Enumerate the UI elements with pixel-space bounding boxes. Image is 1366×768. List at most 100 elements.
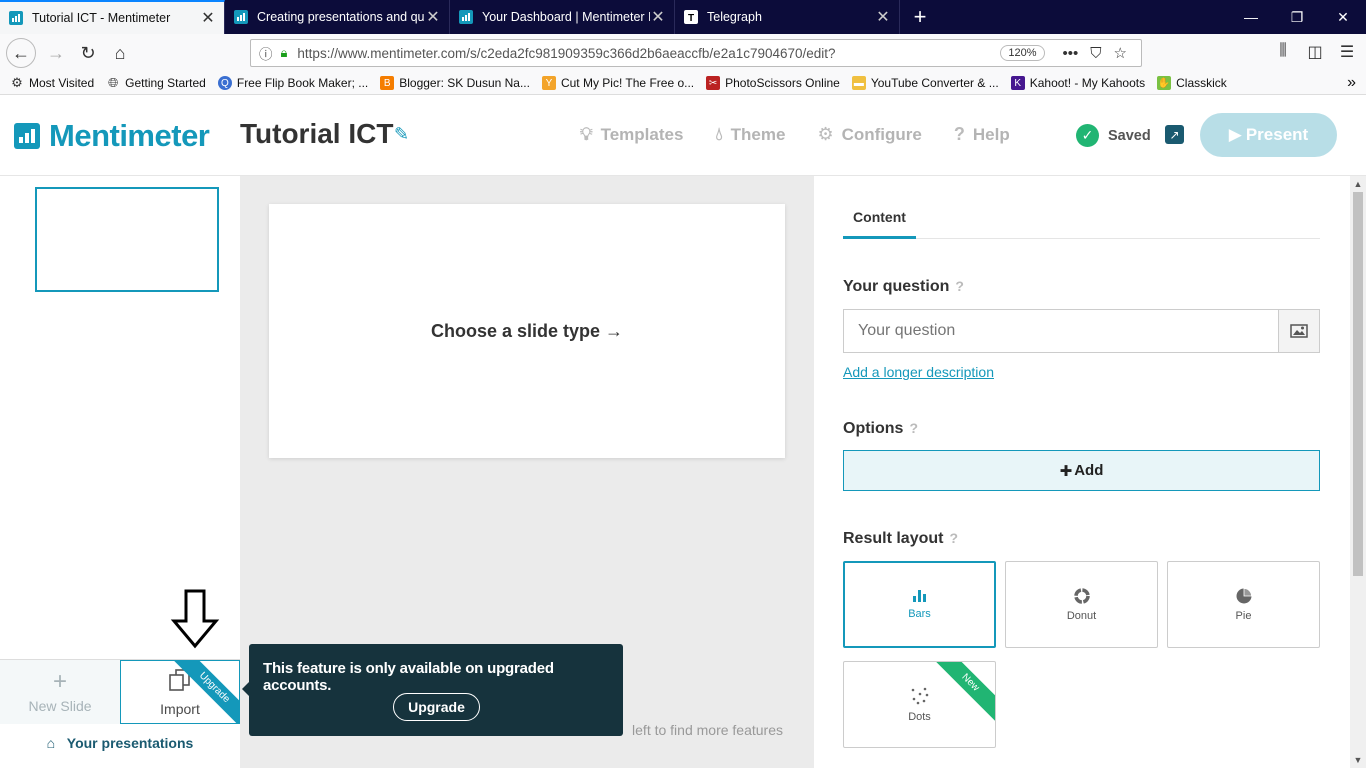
scroll-down-icon[interactable]: ▼ [1350, 752, 1366, 768]
bookmark-item[interactable]: ⚙ Most Visited [10, 75, 94, 90]
home-icon[interactable]: ⌂ [104, 37, 136, 69]
upgrade-button[interactable]: Upgrade [393, 693, 480, 721]
more-icon[interactable]: ••• [1063, 45, 1079, 62]
tab-title: Telegraph [707, 10, 762, 24]
templates-button[interactable]: 💡︎ Templates [580, 124, 683, 145]
bookmark-item[interactable]: ✂ PhotoScissors Online [706, 76, 840, 90]
close-tab-icon[interactable]: ✕ [425, 7, 441, 27]
bookmark-item[interactable]: Y Cut My Pic! The Free o... [541, 76, 694, 90]
pencil-icon[interactable]: ✎ [394, 124, 409, 145]
result-layout-label: Result layout? [843, 530, 959, 547]
external-link-icon[interactable]: ↗ [1165, 125, 1184, 144]
scroll-up-icon[interactable]: ▲ [1350, 176, 1366, 192]
menu-icon[interactable]: ☰ [1336, 42, 1358, 62]
bookmark-item[interactable]: K Kahoot! - My Kahoots [1010, 76, 1145, 90]
droplet-icon: 💧︎ [715, 124, 723, 144]
image-icon [1290, 324, 1308, 338]
question-input[interactable] [843, 309, 1278, 353]
layout-bars[interactable]: Bars [843, 561, 996, 648]
reload-icon[interactable]: ↻ [72, 37, 104, 69]
lock-icon: 🔒︎ [280, 45, 288, 60]
question-label: Your question? [843, 278, 964, 295]
photoscissors-icon: ✂ [706, 76, 721, 90]
new-slide-button[interactable]: + New Slide [0, 660, 120, 724]
mentimeter-icon [458, 9, 474, 25]
panel-scrollbar[interactable]: ▲ ▼ [1350, 176, 1366, 768]
help-button[interactable]: ? Help [954, 124, 1010, 145]
gear-icon: ⚙ [11, 75, 23, 90]
bookmark-item[interactable]: ▬ YouTube Converter & ... [851, 76, 999, 90]
tab-title: Creating presentations and qu [257, 10, 425, 24]
your-presentations-link[interactable]: ⌂ Your presentations [0, 735, 240, 751]
layout-dots[interactable]: Dots New [843, 661, 996, 748]
tab-content[interactable]: Content [843, 209, 916, 239]
close-tab-icon[interactable]: ✕ [875, 7, 891, 27]
url-text: https://www.mentimeter.com/s/c2eda2fc981… [297, 45, 836, 61]
zoom-level[interactable]: 120% [1000, 45, 1045, 61]
bookmark-item[interactable]: Q Free Flip Book Maker; ... [217, 76, 368, 90]
telegraph-icon: T [683, 9, 699, 25]
mentimeter-icon [8, 10, 24, 26]
sidebar-toggle-icon[interactable]: ◫ [1304, 42, 1326, 62]
logo-icon [14, 123, 40, 149]
bookmark-item[interactable]: B Blogger: SK Dusun Na... [380, 76, 530, 90]
bookmark-star-icon[interactable]: ☆ [1114, 44, 1127, 62]
svg-text:T: T [688, 13, 694, 24]
bookmark-item[interactable]: 🌐︎ Getting Started [106, 75, 206, 90]
library-icon[interactable]: ⫼ [1272, 42, 1294, 62]
theme-button[interactable]: 💧︎ Theme [715, 124, 785, 145]
tab-title: Your Dashboard | Mentimeter H [482, 10, 650, 24]
pocket-icon[interactable]: ⛉ [1090, 45, 1101, 62]
import-button[interactable]: Import Upgrade [120, 660, 240, 724]
header-nav: 💡︎ Templates 💧︎ Theme ⚙ Configure ? Help [580, 124, 1042, 145]
question-icon: ? [953, 124, 965, 144]
browser-tab-bar: Tutorial ICT - Mentimeter ✕ Creating pre… [0, 0, 1366, 34]
new-tab-icon[interactable]: + [900, 0, 940, 34]
slide-thumbnail[interactable] [35, 187, 219, 292]
play-icon: ▶ [1228, 125, 1242, 144]
restore-icon[interactable]: ❐ [1274, 0, 1320, 34]
close-tab-icon[interactable]: ✕ [650, 7, 666, 27]
url-bar[interactable]: ⓘ 🔒︎ https://www.mentimeter.com/s/c2eda2… [250, 39, 1142, 67]
scroll-thumb[interactable] [1353, 192, 1363, 576]
tooltip-message: This feature is only available on upgrad… [263, 660, 554, 694]
dots-icon [911, 687, 928, 704]
browser-tab-active[interactable]: Tutorial ICT - Mentimeter ✕ [0, 0, 225, 34]
kahoot-icon: K [1010, 76, 1025, 90]
minimize-icon[interactable]: — [1228, 0, 1274, 34]
back-icon[interactable]: ← [6, 38, 36, 68]
help-icon[interactable]: ? [949, 530, 958, 546]
present-button[interactable]: ▶ Present [1200, 113, 1337, 157]
options-label: Options? [843, 420, 918, 437]
presentation-title[interactable]: Tutorial ICT [240, 118, 393, 150]
slide-preview[interactable]: Choose a slide type → [269, 204, 785, 458]
upgrade-tooltip: This feature is only available on upgrad… [242, 644, 623, 736]
editor-panel: Content Your question? Add a longer desc… [814, 176, 1350, 768]
bookmark-item[interactable]: ✋ Classkick [1157, 76, 1227, 90]
home-icon: ⌂ [46, 735, 56, 751]
new-ribbon: New [924, 662, 995, 729]
help-icon[interactable]: ? [909, 420, 918, 436]
gear-icon: ⚙ [817, 124, 834, 144]
add-option-button[interactable]: ✚ Add [843, 450, 1320, 491]
browser-nav-bar: ← → ↻ ⌂ ⓘ 🔒︎ https://www.mentimeter.com/… [0, 34, 1366, 72]
browser-tab[interactable]: T Telegraph ✕ [675, 0, 900, 34]
browser-tab[interactable]: Your Dashboard | Mentimeter H ✕ [450, 0, 675, 34]
layout-donut[interactable]: Donut [1005, 561, 1158, 648]
choose-slide-type-prompt[interactable]: Choose a slide type → [431, 321, 623, 342]
info-icon[interactable]: ⓘ [259, 43, 273, 63]
pie-icon [1236, 587, 1252, 603]
layout-pie[interactable]: Pie [1167, 561, 1320, 648]
chevron-right-icon[interactable]: » [1347, 74, 1356, 92]
help-icon[interactable]: ? [955, 278, 964, 294]
forward-icon[interactable]: → [40, 37, 72, 69]
browser-tab[interactable]: Creating presentations and qu ✕ [225, 0, 450, 34]
configure-button[interactable]: ⚙ Configure [817, 124, 921, 145]
mentimeter-logo[interactable]: Mentimeter [14, 118, 210, 154]
down-arrow-icon [170, 589, 220, 649]
plus-icon: + [52, 668, 67, 695]
window-close-icon[interactable]: ✕ [1320, 0, 1366, 34]
image-upload-button[interactable] [1278, 309, 1320, 353]
close-tab-icon[interactable]: ✕ [200, 8, 216, 28]
add-description-link[interactable]: Add a longer description [843, 364, 994, 380]
